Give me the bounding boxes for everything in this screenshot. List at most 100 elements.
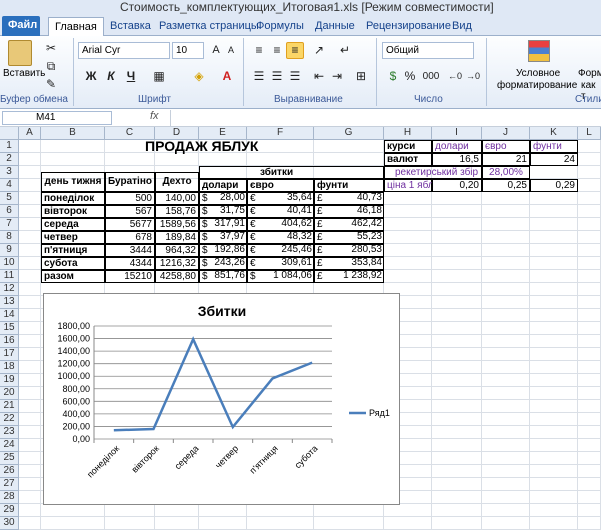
row-header[interactable]: 13 [0,296,19,309]
row-header[interactable]: 17 [0,348,19,361]
conditional-formatting-icon[interactable] [528,40,550,62]
row-gbp[interactable]: 353,84 [314,257,384,270]
tab-view[interactable]: Вид [446,17,478,36]
row-buratino[interactable]: 3444 [105,244,155,257]
row-header[interactable]: 27 [0,478,19,491]
decrease-decimal-icon[interactable]: →0 [464,68,482,85]
row-usd[interactable]: 31,75 [199,205,247,218]
row-header[interactable]: 20 [0,387,19,400]
row-header[interactable]: 3 [0,166,19,179]
cut-icon[interactable]: ✂ [42,40,60,57]
row-dekhto[interactable]: 140,00 [155,192,199,205]
align-bottom-icon[interactable]: ≡ [286,42,304,59]
row-eur[interactable]: 35,64 [247,192,314,205]
row-header[interactable]: 19 [0,374,19,387]
merge-cells-icon[interactable]: ⊞ [352,68,370,85]
header-dolary[interactable]: долари [199,179,247,192]
rates-eur-header[interactable]: євро [482,140,530,153]
row-header[interactable]: 18 [0,361,19,374]
font-size-select[interactable]: 10 [172,42,204,59]
row-header[interactable]: 26 [0,465,19,478]
row-day[interactable]: середа [41,218,105,231]
paste-button[interactable]: Вставить [3,68,45,79]
fill-color-icon[interactable]: ◈ [190,68,208,85]
row-usd[interactable]: 28,00 [199,192,247,205]
row-buratino[interactable]: 678 [105,231,155,244]
price-label[interactable]: ціна 1 ябл [384,179,432,192]
row-header[interactable]: 16 [0,335,19,348]
orientation-icon[interactable]: ↗ [310,42,328,59]
align-center-icon[interactable]: ☰ [268,68,286,85]
increase-decimal-icon[interactable]: ←0 [446,68,464,85]
conditional-formatting-label1[interactable]: Условное [516,68,560,79]
header-buratino[interactable]: Буратіно [105,172,155,192]
rates-label[interactable]: курси [384,140,432,153]
row-usd[interactable]: 317,91 [199,218,247,231]
price-eur[interactable]: 0,25 [482,179,530,192]
tab-file[interactable]: Файл [2,16,40,36]
copy-icon[interactable]: ⧉ [42,58,60,75]
number-format-select[interactable]: Общий [382,42,474,59]
row-header[interactable]: 25 [0,452,19,465]
underline-button[interactable]: Ч [122,68,140,85]
rates-usd-header[interactable]: долари [432,140,482,153]
formula-input[interactable] [170,110,601,126]
conditional-formatting-label2[interactable]: форматирование [497,80,577,91]
row-header[interactable]: 24 [0,439,19,452]
row-header[interactable]: 23 [0,426,19,439]
header-dekhto[interactable]: Дехто [155,172,199,192]
row-day[interactable]: четвер [41,231,105,244]
racket-value[interactable]: 28,00% [482,166,530,179]
rate-eur[interactable]: 21 [482,153,530,166]
row-dekhto[interactable]: 1589,56 [155,218,199,231]
row-header[interactable]: 5 [0,192,19,205]
rates-label-2[interactable]: валют [384,153,432,166]
italic-button[interactable]: К [102,68,120,85]
price-usd[interactable]: 0,20 [432,179,482,192]
row-usd[interactable]: 192,86 [199,244,247,257]
row-header[interactable]: 10 [0,257,19,270]
sheet-title[interactable]: ПРОДАЖ ЯБЛУК [105,140,314,153]
row-buratino[interactable]: 5677 [105,218,155,231]
row-eur[interactable]: 40,41 [247,205,314,218]
row-eur[interactable]: 245,46 [247,244,314,257]
shrink-font-icon[interactable]: A [222,42,240,59]
row-eur[interactable]: 309,61 [247,257,314,270]
row-header[interactable]: 28 [0,491,19,504]
row-header[interactable]: 29 [0,504,19,517]
row-gbp[interactable]: 1 238,92 [314,270,384,283]
align-left-icon[interactable]: ☰ [250,68,268,85]
thousands-button[interactable]: 000 [420,68,442,85]
row-header[interactable]: 6 [0,205,19,218]
chart[interactable]: Збитки0,00200,00400,00600,00800,001000,0… [43,293,400,505]
tab-page-layout[interactable]: Разметка страницы [153,17,265,36]
row-header[interactable]: 8 [0,231,19,244]
racket-label[interactable]: рекетирський збір [384,166,482,179]
row-dekhto[interactable]: 964,32 [155,244,199,257]
tab-home[interactable]: Главная [48,17,104,36]
format-painter-icon[interactable]: ✎ [42,76,60,93]
row-dekhto[interactable]: 1216,32 [155,257,199,270]
row-eur[interactable]: 404,62 [247,218,314,231]
percent-button[interactable]: % [402,68,418,85]
currency-icon[interactable]: $ [384,68,402,85]
font-color-icon[interactable]: A [218,68,236,85]
row-header[interactable]: 7 [0,218,19,231]
insert-function-icon[interactable]: fx [150,110,159,122]
header-euro[interactable]: євро [247,179,314,192]
tab-data[interactable]: Данные [309,17,361,36]
rates-gbp-header[interactable]: фунти [530,140,578,153]
row-buratino[interactable]: 15210 [105,270,155,283]
decrease-indent-icon[interactable]: ⇤ [310,68,328,85]
row-dekhto[interactable]: 189,84 [155,231,199,244]
wrap-text-icon[interactable]: ↵ [336,42,354,59]
row-gbp[interactable]: 462,42 [314,218,384,231]
row-buratino[interactable]: 500 [105,192,155,205]
row-gbp[interactable]: 46,18 [314,205,384,218]
tab-formulas[interactable]: Формулы [250,17,310,36]
row-day[interactable]: понеділок [41,192,105,205]
row-header[interactable]: 14 [0,309,19,322]
rate-usd[interactable]: 16,5 [432,153,482,166]
row-day[interactable]: вівторок [41,205,105,218]
tab-insert[interactable]: Вставка [104,17,157,36]
